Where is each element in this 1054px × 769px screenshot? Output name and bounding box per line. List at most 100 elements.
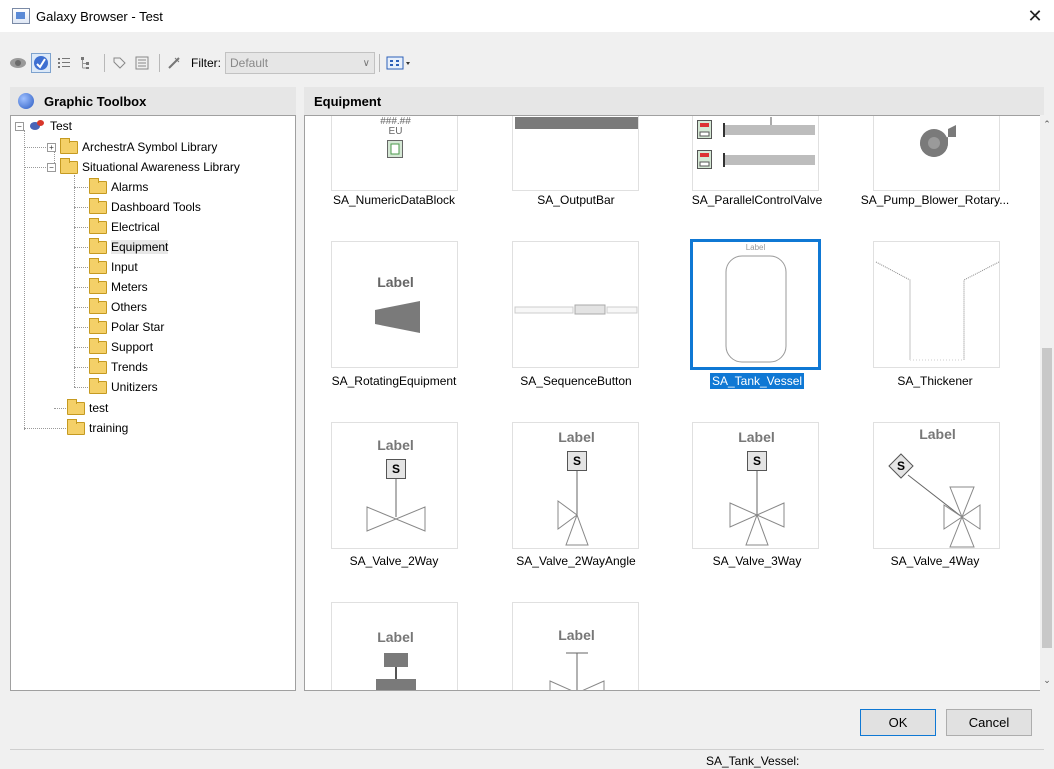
tree-item-input[interactable]: Input [89, 257, 138, 277]
symbol-name[interactable]: SA_Valve_4Way [850, 554, 1020, 568]
symbol-thumbnail-selected[interactable]: Label [690, 239, 821, 370]
symbol-thumbnail[interactable]: ###.## EU [331, 116, 458, 191]
preview-label: Label [745, 243, 766, 252]
folder-icon [89, 217, 107, 234]
collapse-icon[interactable]: − [15, 121, 24, 131]
preview-label: Label [377, 437, 414, 453]
folder-icon [89, 377, 107, 394]
toolbar: Filter: Default ∨ [0, 48, 1054, 78]
view-mode-button[interactable] [384, 53, 414, 73]
ok-button[interactable]: OK [860, 709, 936, 736]
symbol-thumbnail[interactable]: Label S [331, 422, 458, 549]
symbol-name-selected[interactable]: SA_Tank_Vessel [672, 373, 842, 389]
tree-item-root[interactable]: − Test [15, 116, 72, 136]
sequence-button-preview [514, 304, 638, 315]
tree-connector [74, 327, 88, 328]
filter-label: Filter: [191, 56, 221, 70]
valve-2way-angle-icon [557, 471, 589, 546]
symbol-name[interactable]: SA_SequenceButton [491, 374, 661, 388]
tree-item-label: Test [50, 119, 73, 133]
tree-item-electrical[interactable]: Electrical [89, 217, 160, 237]
tree-connector [74, 307, 88, 308]
symbol-name[interactable]: SA_Valve_3Way [672, 554, 842, 568]
tree-item-label: Alarms [111, 180, 149, 194]
preview-unit: EU [388, 126, 403, 137]
details-view-button[interactable] [132, 53, 152, 73]
tree-view-button[interactable] [77, 53, 97, 73]
tree-item-situational-awareness-library[interactable]: − Situational Awareness Library [47, 157, 240, 177]
tree-item-test[interactable]: test [67, 398, 108, 418]
output-bar-preview [515, 117, 638, 129]
rotating-equipment-icon [375, 301, 420, 333]
symbol-thumbnail[interactable]: Label [512, 602, 639, 690]
tree-item-label: Electrical [111, 220, 160, 234]
filter-dropdown[interactable]: Default ∨ [225, 52, 375, 74]
symbol-thumbnail[interactable]: Label [331, 602, 458, 690]
tree-connector [74, 387, 88, 388]
symbol-thumbnail[interactable] [692, 116, 819, 191]
tree-connector [54, 408, 66, 409]
tree-item-support[interactable]: Support [89, 337, 153, 357]
folder-icon [67, 418, 85, 435]
symbol-name[interactable]: SA_Thickener [850, 374, 1020, 388]
symbol-thumbnail[interactable]: Label S [692, 422, 819, 549]
symbol-name[interactable]: SA_NumericDataBlock [309, 193, 479, 207]
tree-item-label: Others [111, 300, 148, 314]
list-view-button[interactable] [54, 53, 74, 73]
collapse-icon[interactable]: − [47, 162, 56, 172]
tree-item-meters[interactable]: Meters [89, 277, 148, 297]
tree-item-equipment[interactable]: Equipment [89, 237, 169, 257]
tree-connector [74, 207, 88, 208]
solenoid-s: S [567, 451, 587, 471]
symbol-thumbnail[interactable]: Label S [512, 422, 639, 549]
list-icon [58, 58, 70, 68]
symbol-name[interactable]: SA_ParallelControlValve [672, 193, 842, 207]
preview-label: Label [377, 274, 414, 290]
tree-connector [74, 367, 88, 368]
tree-item-label: Situational Awareness Library [82, 160, 240, 174]
tree-item-alarms[interactable]: Alarms [89, 177, 148, 197]
tree-item-polar-star[interactable]: Polar Star [89, 317, 164, 337]
tree-item-label: Trends [111, 360, 148, 374]
symbol-thumbnail[interactable]: Label [331, 241, 458, 368]
graphic-toolbox-button[interactable] [31, 53, 51, 73]
close-icon[interactable]: ✕ [1022, 4, 1048, 28]
galaxy-browser-window: Galaxy Browser - Test ✕ Filter: Default [0, 0, 1054, 769]
symbol-thumbnail[interactable] [512, 241, 639, 368]
symbol-thumbnail[interactable] [873, 241, 1000, 368]
tree-item-others[interactable]: Others [89, 297, 147, 317]
tree-item-training[interactable]: training [67, 418, 128, 438]
cancel-button[interactable]: Cancel [946, 709, 1032, 736]
toolbox-icon [18, 93, 34, 109]
symbol-thumbnail[interactable]: Label S [873, 422, 1000, 549]
galaxy-view-button[interactable] [8, 53, 28, 73]
symbol-name[interactable]: SA_OutputBar [491, 193, 661, 207]
tree-item-trends[interactable]: Trends [89, 357, 148, 377]
tree-connector [74, 287, 88, 288]
tree-item-label: ArchestrA Symbol Library [82, 140, 218, 154]
symbol-name[interactable]: SA_Valve_2WayAngle [491, 554, 661, 568]
tree-item-label: Unitizers [111, 380, 158, 394]
folder-icon [60, 137, 78, 154]
tree-connector [24, 130, 25, 430]
scroll-down-icon[interactable]: ⌄ [1041, 675, 1053, 689]
vertical-scrollbar[interactable]: ⌃ ⌄ [1040, 115, 1054, 691]
tree-item-archestra-symbol-library[interactable]: + ArchestrA Symbol Library [47, 137, 217, 157]
symbol-name[interactable]: SA_RotatingEquipment [309, 374, 479, 388]
symbol-thumbnail[interactable] [512, 116, 639, 191]
filter-button[interactable] [164, 53, 184, 73]
tree-connector [74, 347, 88, 348]
symbol-thumbnail[interactable] [873, 116, 1000, 191]
toolbar-separator [104, 54, 105, 72]
equipment-title: Equipment [314, 93, 382, 109]
filter-icon [168, 57, 180, 69]
tag-button[interactable] [109, 53, 129, 73]
thumbnail-view-icon [386, 56, 410, 70]
expand-icon[interactable]: + [47, 142, 56, 152]
tree-item-dashboard-tools[interactable]: Dashboard Tools [89, 197, 201, 217]
scroll-thumb[interactable] [1042, 348, 1052, 648]
symbol-name[interactable]: SA_Valve_2Way [309, 554, 479, 568]
symbol-name[interactable]: SA_Pump_Blower_Rotary... [850, 193, 1020, 207]
scroll-up-icon[interactable]: ⌃ [1041, 119, 1053, 133]
tree-item-unitizers[interactable]: Unitizers [89, 377, 158, 397]
